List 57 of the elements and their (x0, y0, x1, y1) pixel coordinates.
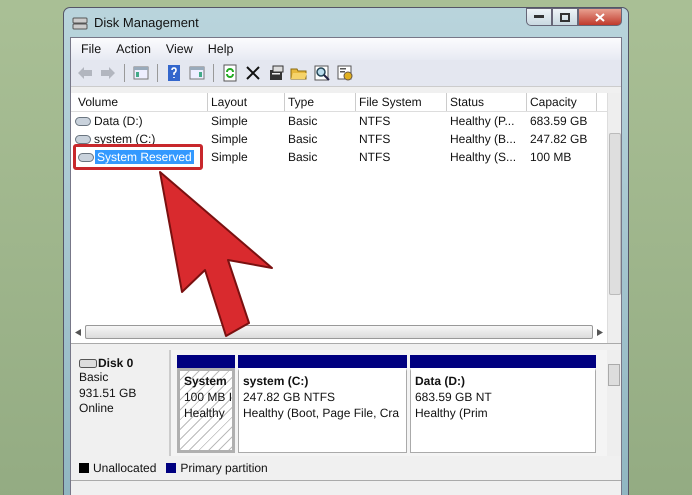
column-header[interactable]: Volume (75, 93, 208, 111)
disk-status: Online (79, 401, 115, 416)
table-cell-text: Basic (287, 114, 318, 128)
minimize-button[interactable] (526, 8, 552, 26)
drive-icon (75, 134, 91, 144)
partition-status: Healthy (184, 405, 226, 421)
table-cell-text: Healthy (S... (449, 150, 518, 164)
table-cell-text: Simple (210, 114, 249, 128)
table-cell-text: Simple (210, 132, 249, 146)
drive-icon (79, 358, 97, 368)
partition-status: Healthy (Boot, Page File, Cra (243, 405, 400, 421)
close-icon (595, 12, 605, 22)
maximize-button[interactable] (552, 8, 578, 26)
disk-icon (72, 16, 88, 30)
menu-item[interactable]: Help (202, 42, 242, 56)
table-cell-text: Healthy (P... (449, 114, 516, 128)
table-cell[interactable]: Data (D:) (92, 114, 145, 128)
partition-title: system (C:) (243, 374, 310, 389)
disk-size: 931.51 GB (79, 386, 138, 401)
table-cell-text: Basic (287, 132, 318, 146)
menu-item[interactable]: File (75, 42, 110, 56)
drive-icon (75, 116, 91, 126)
drive-icon (78, 152, 94, 162)
close-button[interactable] (578, 8, 622, 26)
table-cell-text: 247.82 GB (529, 132, 588, 146)
table-cell-text: NTFS (358, 150, 392, 164)
scroll-right-icon[interactable] (597, 328, 603, 336)
maximize-icon (560, 12, 570, 22)
column-header[interactable]: Layout (208, 93, 285, 111)
table-cell-text: NTFS (358, 114, 392, 128)
table-cell-text: Healthy (B... (449, 132, 518, 146)
table-cell-text: NTFS (358, 132, 392, 146)
partition-title: System (184, 374, 228, 389)
table-cell-text: Basic (287, 150, 318, 164)
menu-item[interactable]: Action (110, 42, 160, 56)
disk-name: Disk 0 (98, 356, 134, 370)
window-title: Disk Management (94, 15, 199, 30)
table-cell-text: Simple (210, 150, 249, 164)
column-header[interactable]: Status (447, 93, 527, 111)
table-cell-text: 683.59 GB (529, 114, 588, 128)
partition-size: 683.59 GB NT (415, 389, 493, 405)
partition-status: Healthy (Prim (415, 405, 489, 421)
minimize-icon (534, 15, 544, 19)
vertical-scrollbar[interactable] (607, 93, 621, 343)
legend-label: Primary partition (180, 461, 268, 475)
scroll-left-icon[interactable] (75, 328, 81, 336)
partition-bar (177, 355, 235, 368)
column-header[interactable]: File System (356, 93, 447, 111)
partition-size: 247.82 GB NTFS (243, 389, 336, 405)
disk-type: Basic (79, 370, 110, 386)
partition-title: Data (D:) (415, 374, 466, 389)
column-header[interactable]: Capacity (527, 93, 597, 111)
legend-label: Unallocated (93, 461, 156, 475)
menu-item[interactable]: View (160, 42, 202, 56)
table-cell-text: 100 MB (529, 150, 572, 164)
partition-size: 100 MB I (184, 389, 232, 405)
column-header[interactable]: Type (285, 93, 356, 111)
